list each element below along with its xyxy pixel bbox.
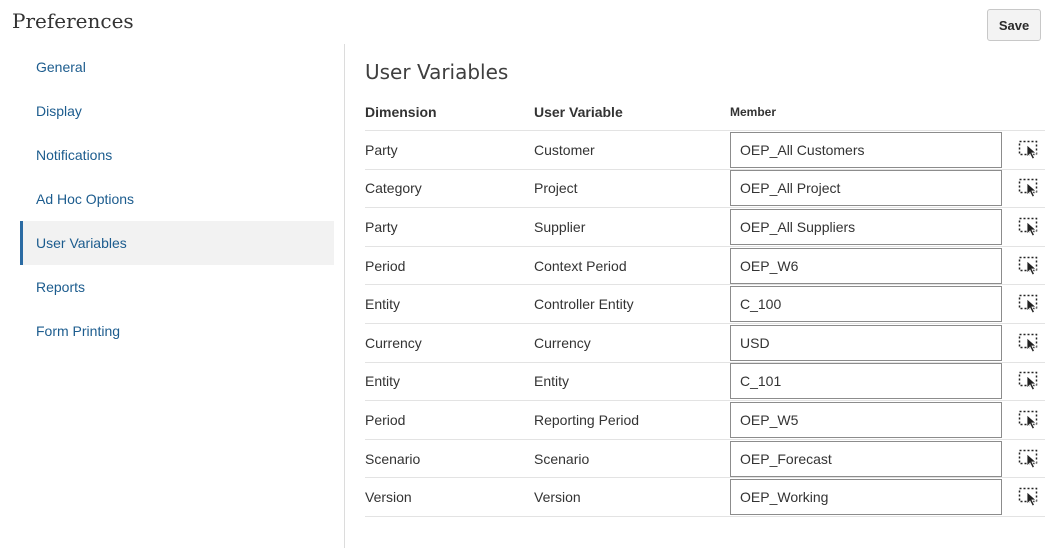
user-variable-cell: Scenario [534,450,590,467]
user-variable-cell: Customer [534,141,595,158]
dimension-cell: Category [365,180,422,197]
dimension-cell: Scenario [365,450,421,467]
member-selector-button[interactable] [1002,371,1042,391]
table-row: Scenario Scenario [365,440,1045,479]
member-cell [730,363,1002,400]
member-cell [730,479,1002,516]
user-variable-cell: Controller Entity [534,296,634,313]
member-cell [730,286,1002,323]
table-header: Dimension User Variable Member [365,93,1045,131]
member-input[interactable] [730,324,1002,361]
column-header-user-variable: User Variable [534,103,623,120]
sidebar-item-ad-hoc-options[interactable]: Ad Hoc Options [20,177,334,221]
member-selector-icon [1018,371,1040,391]
table-row: Party Supplier [365,208,1045,247]
member-selector-button[interactable] [1002,294,1042,314]
sidebar-item-form-printing[interactable]: Form Printing [20,309,334,353]
sidebar-item-user-variables[interactable]: User Variables [20,221,334,265]
sidebar-item-display[interactable]: Display [20,89,334,133]
member-input[interactable] [730,170,1002,207]
member-selector-button[interactable] [1002,140,1042,160]
table-row: Category Project [365,170,1045,209]
dimension-cell: Period [365,411,406,428]
dimension-cell: Party [365,141,398,158]
member-input[interactable] [730,286,1002,323]
member-selector-button[interactable] [1002,449,1042,469]
member-cell [730,208,1002,245]
user-variable-cell: Currency [534,334,591,351]
table-row: Version Version [365,478,1045,517]
member-selector-icon [1018,256,1040,276]
member-input[interactable] [730,131,1002,168]
member-selector-button[interactable] [1002,217,1042,237]
member-selector-button[interactable] [1002,178,1042,198]
member-input[interactable] [730,401,1002,438]
sidebar-item-general[interactable]: General [20,45,334,89]
member-selector-button[interactable] [1002,256,1042,276]
dimension-cell: Version [365,489,412,506]
member-input[interactable] [730,247,1002,284]
user-variables-table: Dimension User Variable Member Party Cus… [365,93,1045,517]
member-selector-icon [1018,410,1040,430]
user-variable-cell: Entity [534,373,570,390]
save-button[interactable]: Save [987,9,1041,41]
user-variable-cell: Version [534,489,581,506]
member-selector-button[interactable] [1002,333,1042,353]
member-cell [730,170,1002,207]
user-variable-cell: Context Period [534,257,627,274]
member-selector-icon [1018,487,1040,507]
section-title: User Variables [365,60,509,84]
table-row: Period Reporting Period [365,401,1045,440]
member-selector-icon [1018,294,1040,314]
sidebar-item-notifications[interactable]: Notifications [20,133,334,177]
member-input[interactable] [730,208,1002,245]
sidebar-divider [344,44,345,548]
member-cell [730,440,1002,477]
dimension-cell: Currency [365,334,422,351]
table-row: Entity Controller Entity [365,285,1045,324]
column-header-dimension: Dimension [365,103,437,120]
member-selector-icon [1018,178,1040,198]
member-cell [730,247,1002,284]
user-variable-cell: Supplier [534,218,586,235]
page-title: Preferences [12,9,134,33]
member-cell [730,401,1002,438]
member-selector-icon [1018,449,1040,469]
table-row: Period Context Period [365,247,1045,286]
member-selector-icon [1018,333,1040,353]
table-row: Entity Entity [365,363,1045,402]
table-row: Party Customer [365,131,1045,170]
table-row: Currency Currency [365,324,1045,363]
member-selector-icon [1018,217,1040,237]
dimension-cell: Entity [365,296,401,313]
user-variable-cell: Reporting Period [534,411,640,428]
member-input[interactable] [730,440,1002,477]
dimension-cell: Period [365,257,406,274]
member-cell [730,324,1002,361]
dimension-cell: Entity [365,373,401,390]
sidebar: General Display Notifications Ad Hoc Opt… [20,45,334,353]
member-input[interactable] [730,479,1002,516]
dimension-cell: Party [365,218,398,235]
member-selector-icon [1018,140,1040,160]
member-cell [730,131,1002,168]
user-variable-cell: Project [534,180,578,197]
member-selector-button[interactable] [1002,410,1042,430]
column-header-member: Member [730,104,777,119]
sidebar-item-reports[interactable]: Reports [20,265,334,309]
member-selector-button[interactable] [1002,487,1042,507]
member-input[interactable] [730,363,1002,400]
